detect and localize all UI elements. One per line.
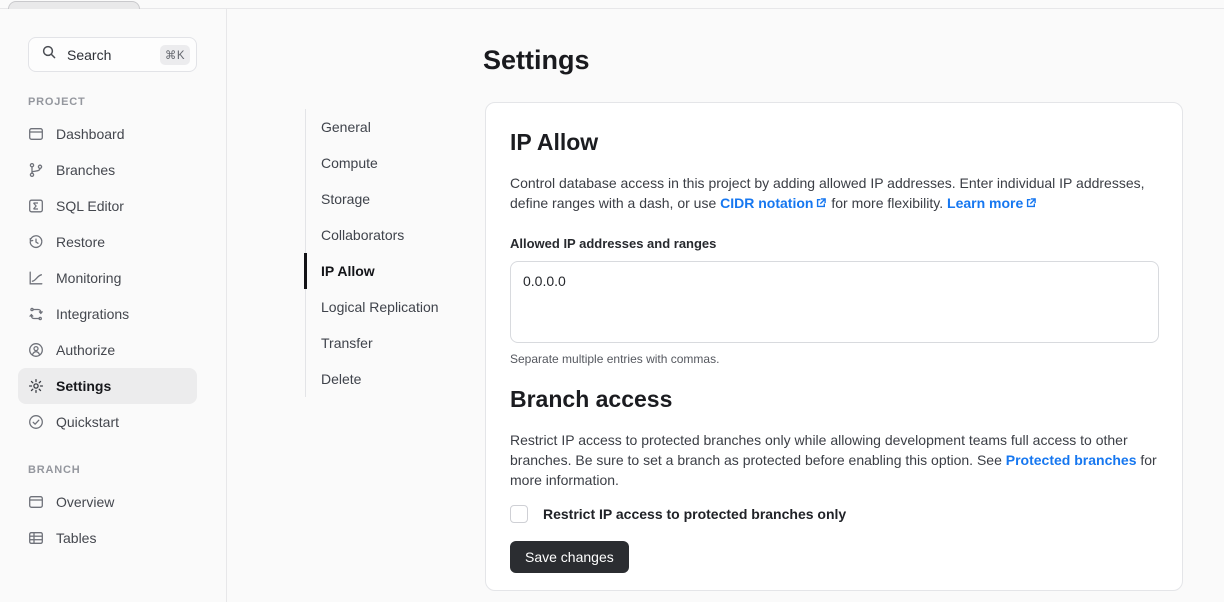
sidebar-item-label: Tables (56, 530, 96, 546)
branch-access-heading: Branch access (510, 386, 1158, 413)
ip-field-help: Separate multiple entries with commas. (510, 352, 1158, 366)
sql-editor-icon (28, 198, 44, 214)
search-shortcut-badge: ⌘K (160, 45, 190, 65)
sidebar-section-label: BRANCH (28, 464, 196, 476)
search-input[interactable]: Search ⌘K (28, 37, 197, 72)
ip-allow-description: Control database access in this project … (510, 173, 1159, 214)
search-icon (41, 44, 57, 65)
app-window: Search ⌘K PROJECT Dashboard Branches SQL Ed… (0, 8, 1224, 602)
subnav-item-delete[interactable]: Delete (306, 361, 446, 397)
settings-icon (28, 378, 44, 394)
cidr-notation-link[interactable]: CIDR notation (720, 195, 827, 211)
browser-tab-remnant (8, 1, 140, 9)
sidebar-item-integrations[interactable]: Integrations (18, 296, 197, 332)
sidebar-item-overview[interactable]: Overview (18, 484, 197, 520)
sidebar-item-label: Branches (56, 162, 115, 178)
save-changes-button[interactable]: Save changes (510, 541, 629, 573)
sidebar-item-quickstart[interactable]: Quickstart (18, 404, 197, 440)
browser-chrome-strip (0, 0, 1224, 8)
sidebar-item-label: Dashboard (56, 126, 125, 142)
dashboard-icon (28, 126, 44, 142)
sidebar-item-branches[interactable]: Branches (18, 152, 197, 188)
protected-branches-link[interactable]: Protected branches (1006, 452, 1137, 468)
ip-field-label: Allowed IP addresses and ranges (510, 236, 1158, 251)
branches-icon (28, 162, 44, 178)
sidebar-item-label: Monitoring (56, 270, 121, 286)
subnav-item-general[interactable]: General (306, 109, 446, 145)
sidebar-section-label: PROJECT (28, 96, 196, 108)
restrict-ip-label: Restrict IP access to protected branches… (543, 506, 846, 522)
ip-allow-heading: IP Allow (510, 129, 1158, 156)
subnav-item-storage[interactable]: Storage (306, 181, 446, 217)
sidebar-item-dashboard[interactable]: Dashboard (18, 116, 197, 152)
subnav-item-ip-allow[interactable]: IP Allow (304, 253, 444, 289)
sidebar-item-restore[interactable]: Restore (18, 224, 197, 260)
sidebar-item-label: SQL Editor (56, 198, 124, 214)
sidebar-item-settings[interactable]: Settings (18, 368, 197, 404)
restrict-ip-row: Restrict IP access to protected branches… (510, 505, 1158, 523)
allowed-ip-textarea[interactable]: 0.0.0.0 (510, 261, 1159, 343)
restore-icon (28, 234, 44, 250)
sidebar-item-monitoring[interactable]: Monitoring (18, 260, 197, 296)
settings-subnav: GeneralComputeStorageCollaboratorsIP All… (305, 109, 461, 397)
sidebar-item-label: Overview (56, 494, 114, 510)
subnav-item-logical-replication[interactable]: Logical Replication (306, 289, 446, 325)
sidebar-item-label: Quickstart (56, 414, 119, 430)
sidebar-item-label: Authorize (56, 342, 115, 358)
subnav-item-compute[interactable]: Compute (306, 145, 446, 181)
sidebar-item-label: Integrations (56, 306, 129, 322)
project-sidebar: Search ⌘K PROJECT Dashboard Branches SQL Ed… (0, 9, 227, 602)
external-link-icon (1025, 194, 1037, 214)
content-column: Settings IP Allow Control database acces… (485, 9, 1183, 602)
tables-icon (28, 530, 44, 546)
restrict-ip-checkbox[interactable] (510, 505, 528, 523)
sidebar-item-label: Settings (56, 378, 111, 394)
sidebar-item-label: Restore (56, 234, 105, 250)
quickstart-icon (28, 414, 44, 430)
subnav-item-transfer[interactable]: Transfer (306, 325, 446, 361)
sidebar-item-sql-editor[interactable]: SQL Editor (18, 188, 197, 224)
learn-more-link[interactable]: Learn more (947, 195, 1037, 211)
subnav-item-collaborators[interactable]: Collaborators (306, 217, 446, 253)
overview-icon (28, 494, 44, 510)
settings-card: IP Allow Control database access in this… (485, 102, 1183, 591)
main-area: GeneralComputeStorageCollaboratorsIP All… (227, 9, 1224, 602)
monitoring-icon (28, 270, 44, 286)
search-placeholder: Search (67, 47, 150, 63)
sidebar-item-tables[interactable]: Tables (18, 520, 197, 556)
authorize-icon (28, 342, 44, 358)
integrations-icon (28, 306, 44, 322)
page-title: Settings (483, 45, 1183, 76)
sidebar-item-authorize[interactable]: Authorize (18, 332, 197, 368)
external-link-icon (815, 194, 827, 214)
branch-access-description: Restrict IP access to protected branches… (510, 430, 1159, 490)
